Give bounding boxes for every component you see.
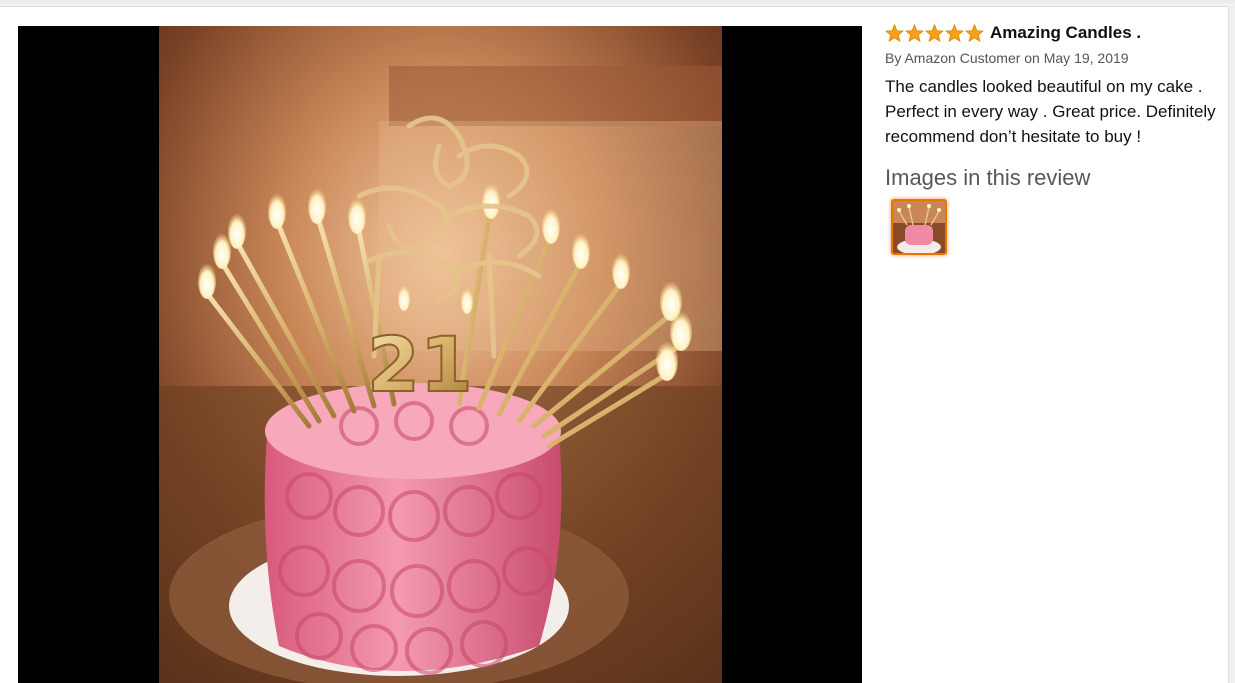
star-icon — [885, 24, 904, 42]
star-icon — [905, 24, 924, 42]
star-icon — [965, 24, 984, 42]
star-rating — [885, 24, 985, 42]
review-byline: By Amazon Customer on May 19, 2019 — [885, 50, 1129, 66]
review-image-page: 21 Amazing Candles . By Amazon Customer … — [0, 0, 1235, 683]
star-icon — [925, 24, 944, 42]
cake-photo-graphic: 21 — [159, 26, 722, 683]
image-viewer: 21 — [18, 26, 862, 683]
review-image-thumbnail[interactable] — [891, 199, 947, 255]
star-icon — [945, 24, 964, 42]
thumbnail-graphic — [893, 201, 945, 253]
review-body: The candles looked beautiful on my cake … — [885, 77, 1216, 146]
review-photo[interactable]: 21 — [159, 26, 722, 683]
review-panel: Amazing Candles . By Amazon Customer on … — [885, 22, 1230, 255]
number-candle-text: 21 — [367, 320, 473, 409]
images-heading: Images in this review — [885, 165, 1091, 190]
top-divider — [0, 0, 1235, 7]
review-header: Amazing Candles . — [885, 22, 1230, 44]
review-title: Amazing Candles . — [990, 23, 1142, 42]
